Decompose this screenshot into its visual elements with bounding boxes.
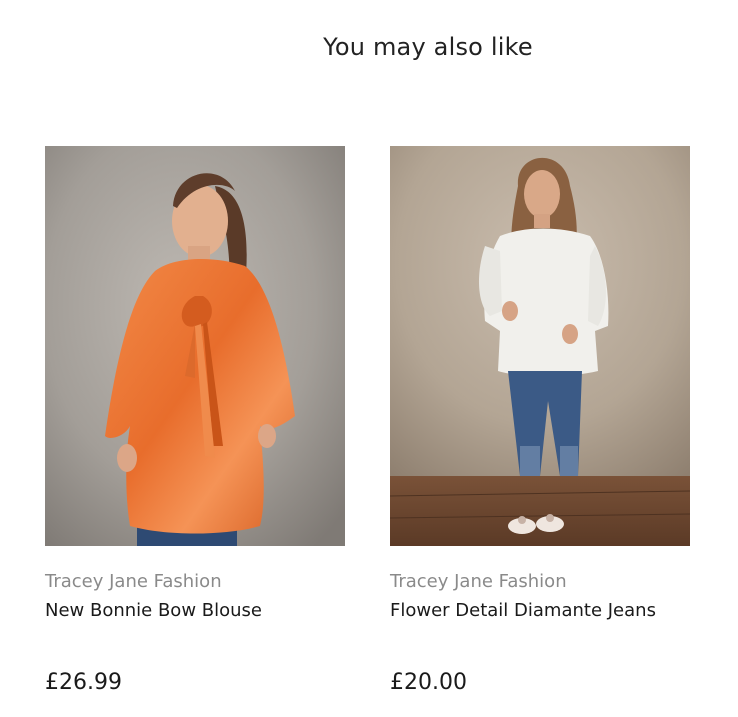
product-title[interactable]: Flower Detail Diamante Jeans (390, 600, 690, 622)
product-image[interactable] (45, 146, 345, 546)
product-title[interactable]: New Bonnie Bow Blouse (45, 600, 345, 622)
product-vendor: Tracey Jane Fashion (45, 571, 222, 592)
product-price: £26.99 (45, 670, 122, 695)
section-title: You may also like (323, 33, 533, 61)
product-card[interactable]: Tracey Jane Fashion Flower Detail Diaman… (390, 146, 690, 696)
product-card[interactable]: Tracey Jane Fashion New Bonnie Bow Blous… (45, 146, 345, 696)
product-price: £20.00 (390, 670, 467, 695)
product-image[interactable] (390, 146, 690, 546)
product-photo-orange-blouse (45, 146, 345, 546)
product-photo-white-blouse-jeans (390, 146, 690, 546)
product-vendor: Tracey Jane Fashion (390, 571, 567, 592)
